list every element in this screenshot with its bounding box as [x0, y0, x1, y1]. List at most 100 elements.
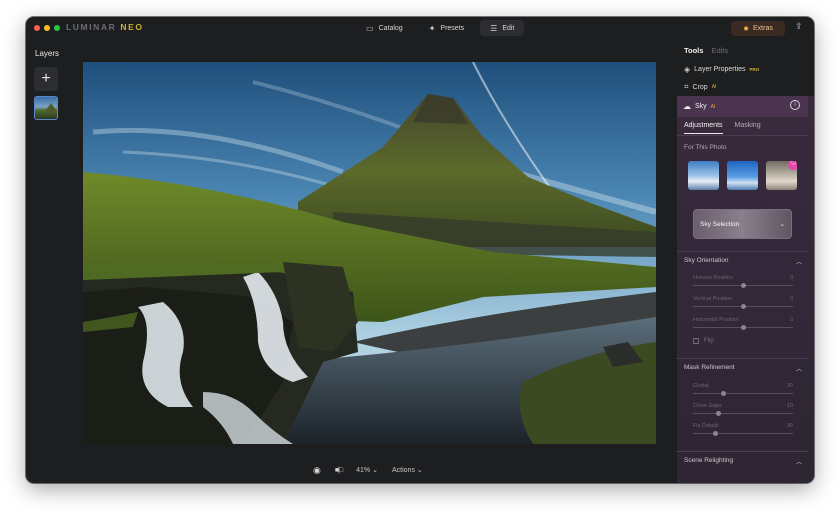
landscape-photo: [83, 62, 656, 444]
panel-tabs: Tools Edits: [684, 46, 728, 55]
tab-edit[interactable]: ☰ Edit: [480, 20, 525, 36]
compare-icon[interactable]: ■|□: [335, 467, 343, 474]
tab-presets-label: Presets: [440, 24, 465, 32]
logo-accent-text: NEO: [120, 22, 144, 32]
pro-badge: PRO: [749, 67, 760, 72]
extras-button[interactable]: ✸ Extras: [731, 21, 785, 36]
slider-track[interactable]: [693, 413, 793, 414]
share-icon[interactable]: ⇪: [795, 21, 803, 32]
slider-label: Global: [693, 383, 709, 389]
chevron-down-icon: ⌄: [372, 467, 378, 474]
ai-badge: AI: [710, 103, 716, 110]
crop-icon: ⌗: [684, 82, 689, 91]
ai-badge: AI: [711, 84, 717, 90]
slider-value: 0: [789, 317, 793, 323]
sparkle-icon: ✦: [428, 23, 436, 33]
sky-thumbnails: ⛉: [688, 161, 797, 190]
minimize-window-button[interactable]: [44, 25, 50, 31]
tab-adjustments[interactable]: Adjustments: [684, 122, 723, 134]
sky-subtabs: Adjustments Masking: [684, 122, 761, 134]
chevron-up-icon: ︿: [795, 260, 802, 266]
mode-tabs: ▭ Catalog ✦ Presets ☰ Edit: [356, 20, 525, 36]
flip-label: Flip: [704, 338, 714, 344]
divider: [677, 451, 808, 452]
extras-label: Extras: [753, 25, 773, 32]
slider-label: Horizontal Position: [693, 317, 739, 323]
extras-icon: ✸: [743, 25, 750, 33]
slider-label: Vertical Position: [693, 296, 733, 302]
slider-handle[interactable]: [741, 304, 746, 309]
actions-label: Actions: [391, 467, 415, 474]
slider-handle[interactable]: [741, 325, 746, 330]
info-icon[interactable]: i: [790, 100, 800, 110]
app-window: LUMINAR NEO ▭ Catalog ✦ Presets ☰ Edit ✸…: [26, 17, 814, 483]
eye-icon[interactable]: ◉: [313, 465, 321, 476]
slider-track[interactable]: [693, 393, 793, 394]
cart-icon: ⛉: [788, 161, 797, 170]
slider-track[interactable]: [693, 433, 793, 434]
mask-refinement-header[interactable]: Mask Refinement ︿: [684, 364, 802, 373]
for-this-photo-label: For This Photo: [684, 144, 727, 151]
sky-tool-panel: ☁ Sky AI i Adjustments Masking For This …: [677, 96, 814, 483]
slider-label: Close Gaps: [693, 403, 722, 409]
slider-value: 10: [786, 403, 793, 409]
chevron-down-icon: ⌄: [779, 221, 785, 228]
add-layer-button[interactable]: +: [34, 67, 58, 91]
folder-icon: ▭: [366, 23, 374, 33]
sky-thumbnail[interactable]: [727, 161, 758, 190]
sky-tool-header[interactable]: ☁ Sky AI i: [677, 96, 808, 117]
sky-orientation-header[interactable]: Sky Orientation ︿: [684, 257, 802, 266]
layers-title: Layers: [35, 49, 60, 58]
mask-refinement-title: Mask Refinement: [684, 364, 735, 371]
title-bar: LUMINAR NEO ▭ Catalog ✦ Presets ☰ Edit ✸…: [26, 17, 814, 39]
divider: [677, 358, 808, 359]
tool-crop[interactable]: ⌗ Crop AI: [684, 82, 716, 92]
bottom-toolbar: ◉ ■|□ 41% ⌄ Actions ⌄: [313, 463, 423, 477]
chevron-down-icon: ⌄: [416, 467, 423, 474]
checkbox-box[interactable]: [693, 338, 699, 344]
sky-selection-dropdown[interactable]: Sky Selection ⌄: [693, 209, 792, 239]
slider-value: 0: [789, 275, 793, 281]
sky-title: Sky: [695, 103, 707, 110]
tab-tools[interactable]: Tools: [684, 46, 703, 55]
sky-thumbnail[interactable]: [688, 161, 719, 190]
slider-handle[interactable]: [741, 283, 746, 288]
layers-icon: ◈: [684, 65, 691, 74]
scene-relighting-header[interactable]: Scene Relighting ︿: [684, 457, 802, 466]
scene-relighting-title: Scene Relighting: [684, 457, 734, 464]
tab-catalog[interactable]: ▭ Catalog: [356, 20, 413, 36]
slider-handle[interactable]: [713, 431, 718, 436]
tab-edit-label: Edit: [502, 24, 515, 32]
app-logo: LUMINAR NEO: [66, 22, 144, 32]
slider-handle[interactable]: [716, 411, 721, 416]
tab-edits[interactable]: Edits: [711, 46, 728, 55]
sky-selection-label: Sky Selection: [700, 220, 740, 228]
right-panel: Tools Edits ◈ Layer Properties PRO ⌗ Cro…: [677, 39, 814, 483]
tab-presets[interactable]: ✦ Presets: [419, 20, 474, 36]
tab-masking[interactable]: Masking: [735, 122, 761, 134]
layer-thumbnail[interactable]: [34, 96, 58, 120]
slider-label: Horizon Position: [693, 275, 734, 281]
logo-main-text: LUMINAR: [66, 22, 121, 32]
close-window-button[interactable]: [34, 25, 40, 31]
cloud-icon: ☁: [683, 102, 691, 111]
slider-value: 30: [786, 423, 793, 429]
sky-orientation-title: Sky Orientation: [684, 257, 729, 264]
zoom-control[interactable]: 41% ⌄: [356, 466, 378, 474]
flip-checkbox[interactable]: Flip: [693, 338, 714, 344]
tool-layer-properties[interactable]: ◈ Layer Properties PRO: [684, 65, 759, 74]
divider: [677, 135, 808, 136]
chevron-up-icon: ︿: [795, 367, 802, 373]
sky-thumbnail[interactable]: ⛉: [766, 161, 797, 190]
slider-value: 0: [789, 296, 793, 302]
tool-layer-properties-label: Layer Properties: [694, 66, 746, 73]
photo-canvas[interactable]: [83, 62, 656, 444]
tab-catalog-label: Catalog: [378, 24, 403, 32]
actions-menu[interactable]: Actions ⌄: [392, 466, 423, 474]
slider-handle[interactable]: [721, 391, 726, 396]
plus-icon: +: [41, 70, 51, 87]
maximize-window-button[interactable]: [54, 25, 60, 31]
slider-label: Fix Details: [693, 423, 719, 429]
sliders-icon: ☰: [490, 23, 498, 33]
tool-crop-label: Crop: [692, 83, 708, 91]
